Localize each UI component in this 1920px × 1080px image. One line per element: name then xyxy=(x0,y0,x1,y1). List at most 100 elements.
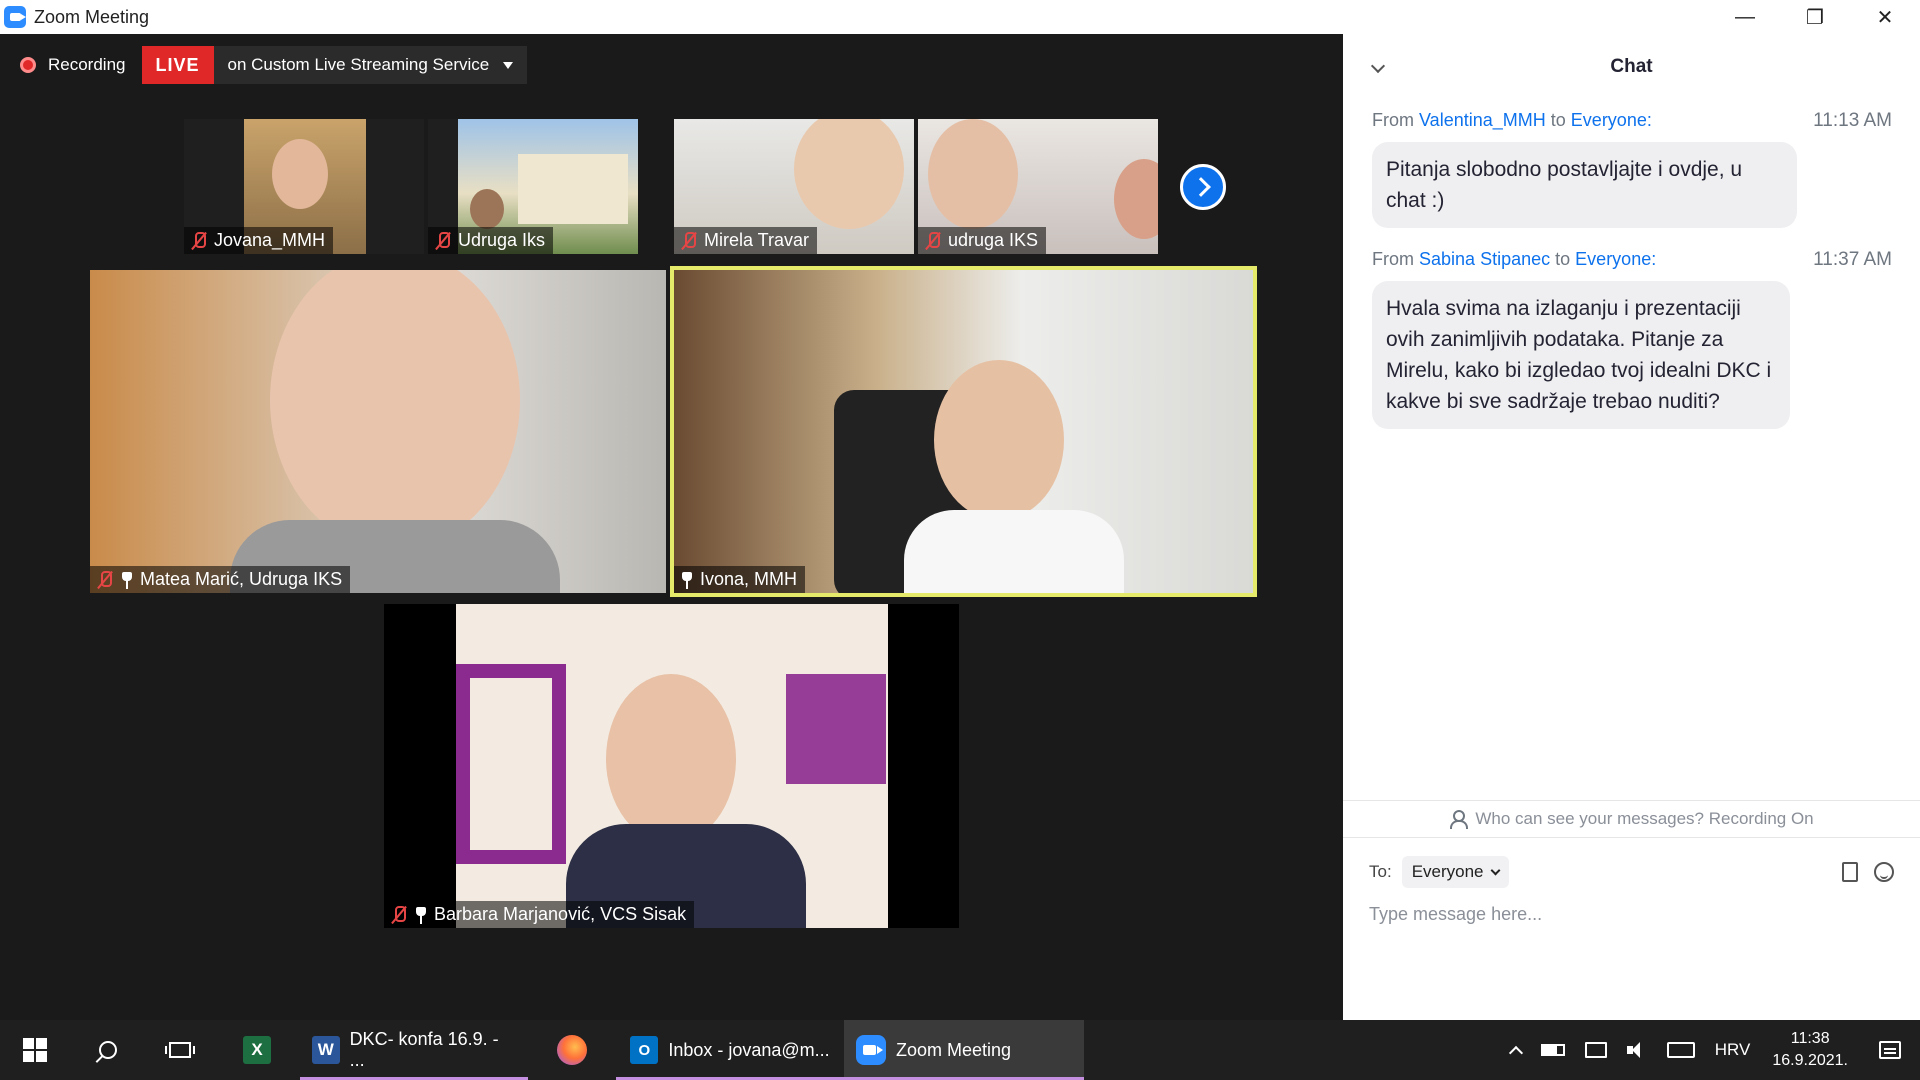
clock-time: 11:38 xyxy=(1790,1030,1830,1047)
visibility-note-text: Who can see your messages? Recording On xyxy=(1475,809,1814,828)
participant-name-tag: udruga IKS xyxy=(918,227,1047,254)
taskbar-firefox[interactable] xyxy=(528,1020,616,1080)
participant-name-tag: Matea Marić, Udruga IKS xyxy=(90,566,351,593)
volume-button[interactable] xyxy=(1617,1020,1657,1080)
message-header: From Sabina Stipanec to Everyone: xyxy=(1372,249,1656,271)
windows-logo-icon xyxy=(23,1038,47,1062)
window-titlebar: Zoom Meeting — ❐ ✕ xyxy=(0,0,1920,34)
touch-keyboard-button[interactable] xyxy=(1657,1020,1705,1080)
mic-muted-icon xyxy=(390,905,408,925)
next-page-button[interactable] xyxy=(1180,164,1226,210)
task-view-button[interactable] xyxy=(146,1020,214,1080)
active-speaker-tile[interactable]: Ivona, MMH xyxy=(670,266,1257,597)
taskbar-word[interactable]: W DKC- konfa 16.9. - ... xyxy=(300,1020,528,1080)
chat-message: From Sabina Stipanec to Everyone: 11:37 … xyxy=(1372,249,1892,429)
message-header: From Valentina_MMH to Everyone: xyxy=(1372,110,1652,132)
chevron-up-icon xyxy=(1508,1045,1523,1061)
recipient-row: To: Everyone xyxy=(1369,856,1509,888)
zoom-icon xyxy=(856,1035,886,1065)
participant-name: udruga IKS xyxy=(948,230,1039,250)
participant-name-tag: Barbara Marjanović, VCS Sisak xyxy=(384,901,695,928)
recording-label: Recording xyxy=(48,55,126,74)
input-language[interactable]: HRV xyxy=(1705,1020,1761,1080)
battery-button[interactable] xyxy=(1531,1020,1575,1080)
participant-tile[interactable]: Matea Marić, Udruga IKS xyxy=(90,270,666,593)
participant-tile[interactable]: Barbara Marjanović, VCS Sisak xyxy=(384,604,959,928)
pin-icon xyxy=(120,571,134,589)
participant-tile[interactable]: udruga IKS xyxy=(918,119,1158,254)
recording-dot-icon xyxy=(20,57,36,73)
chat-tools xyxy=(1842,862,1894,882)
participant-name: Jovana_MMH xyxy=(214,230,326,250)
window-title: Zoom Meeting xyxy=(34,6,150,27)
recipient-value: Everyone xyxy=(1411,862,1484,881)
stream-target-label: on Custom Live Streaming Service xyxy=(227,55,490,74)
live-badge: LIVE xyxy=(141,46,214,84)
show-hidden-icons-button[interactable] xyxy=(1501,1020,1531,1080)
participant-name-tag: Ivona, MMH xyxy=(674,566,806,593)
participant-tile[interactable]: Udruga Iks xyxy=(428,119,638,254)
participant-tile[interactable]: Jovana_MMH xyxy=(184,119,424,254)
mic-muted-icon xyxy=(924,231,942,251)
from-label: From xyxy=(1372,110,1414,130)
meeting-area: Recording LIVE on Custom Live Streaming … xyxy=(0,34,1343,1020)
message-time: 11:37 AM xyxy=(1813,249,1892,270)
close-button[interactable]: ✕ xyxy=(1850,0,1920,34)
restore-button[interactable]: ❐ xyxy=(1780,0,1850,34)
minimize-button[interactable]: — xyxy=(1710,0,1780,34)
to-field-label: To: xyxy=(1369,862,1392,881)
participant-name: Barbara Marjanović, VCS Sisak xyxy=(434,904,687,924)
chevron-down-icon[interactable] xyxy=(1370,58,1386,74)
chevron-down-icon xyxy=(1490,865,1500,875)
recipient-name[interactable]: Everyone: xyxy=(1571,110,1652,130)
to-label: to xyxy=(1555,249,1571,269)
file-icon[interactable] xyxy=(1842,862,1858,882)
search-icon xyxy=(99,1041,117,1059)
participant-name-tag: Mirela Travar xyxy=(674,227,818,254)
from-label: From xyxy=(1372,249,1414,269)
network-button[interactable] xyxy=(1575,1020,1617,1080)
task-view-icon xyxy=(165,1042,195,1058)
search-button[interactable] xyxy=(70,1020,146,1080)
battery-icon xyxy=(1540,1044,1565,1056)
sender-name[interactable]: Sabina Stipanec xyxy=(1419,249,1550,269)
participant-name-tag: Udruga Iks xyxy=(428,227,554,254)
pin-icon xyxy=(414,906,428,924)
participant-tile[interactable]: Mirela Travar xyxy=(674,119,914,254)
taskbar-excel[interactable]: X xyxy=(214,1020,300,1080)
message-bubble: Pitanja slobodno postavljajte i ovdje, u… xyxy=(1372,142,1797,228)
keyboard-icon xyxy=(1666,1042,1695,1058)
recipient-name[interactable]: Everyone: xyxy=(1575,249,1656,269)
taskbar-app-label: DKC- konfa 16.9. - ... xyxy=(349,1029,499,1070)
caret-down-icon xyxy=(503,61,514,69)
taskbar-app-label: Inbox - jovana@m... xyxy=(668,1039,830,1060)
chat-message: From Valentina_MMH to Everyone: 11:13 AM… xyxy=(1372,110,1892,228)
pin-icon xyxy=(680,571,694,589)
chat-message-input[interactable] xyxy=(1369,904,1889,925)
notifications-button[interactable] xyxy=(1860,1020,1920,1080)
live-stream-dropdown[interactable]: on Custom Live Streaming Service xyxy=(213,46,528,84)
participant-name: Mirela Travar xyxy=(704,230,810,250)
word-icon: W xyxy=(312,1036,340,1064)
taskbar-outlook[interactable]: O Inbox - jovana@m... xyxy=(616,1020,844,1080)
message-time: 11:13 AM xyxy=(1813,110,1892,131)
visibility-note[interactable]: Who can see your messages? Recording On xyxy=(1343,800,1920,838)
system-tray: HRV 11:38 16.9.2021. xyxy=(1501,1020,1920,1080)
taskbar-zoom[interactable]: Zoom Meeting xyxy=(844,1020,1084,1080)
mic-muted-icon xyxy=(434,231,452,251)
clock[interactable]: 11:38 16.9.2021. xyxy=(1760,1020,1860,1080)
participant-name-tag: Jovana_MMH xyxy=(184,227,334,254)
zoom-app-icon xyxy=(4,6,26,28)
start-button[interactable] xyxy=(0,1020,70,1080)
network-icon xyxy=(1584,1042,1607,1058)
recipient-dropdown[interactable]: Everyone xyxy=(1401,856,1509,888)
mic-muted-icon xyxy=(680,231,698,251)
taskbar-app-label: Zoom Meeting xyxy=(896,1039,1012,1060)
mic-muted-icon xyxy=(96,570,114,590)
sender-name[interactable]: Valentina_MMH xyxy=(1419,110,1546,130)
people-icon xyxy=(1449,810,1469,829)
to-label: to xyxy=(1550,110,1566,130)
participant-name: Udruga Iks xyxy=(458,230,546,250)
outlook-icon: O xyxy=(630,1036,659,1064)
emoji-icon[interactable] xyxy=(1874,862,1894,882)
